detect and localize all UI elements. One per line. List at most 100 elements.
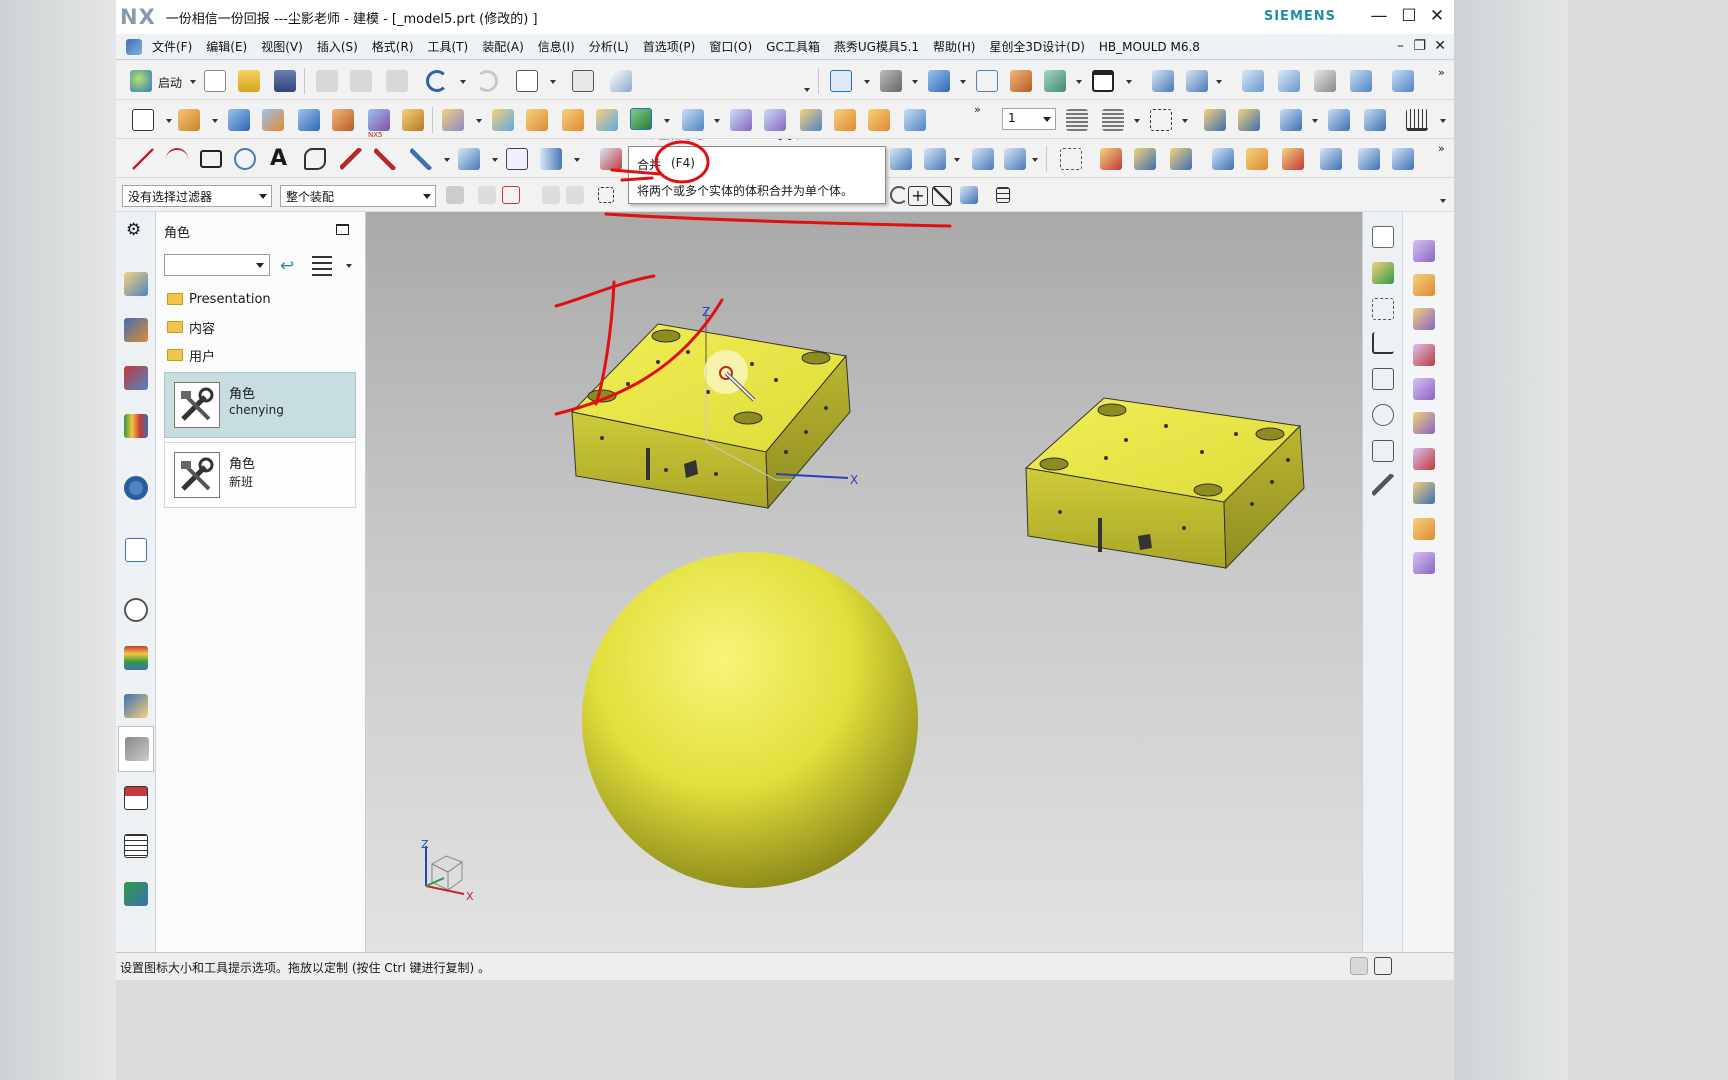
menu-tools[interactable]: 工具(T) <box>428 38 469 55</box>
system-material-icon[interactable] <box>124 786 148 810</box>
view-icon[interactable] <box>1372 262 1394 284</box>
bom-icon[interactable] <box>1413 448 1435 470</box>
core-cavity-icon[interactable] <box>1212 148 1234 170</box>
chevron-down-icon[interactable] <box>960 80 966 84</box>
block-icon[interactable] <box>228 109 250 131</box>
surface-icon[interactable] <box>600 148 622 170</box>
plane-icon[interactable] <box>1372 404 1394 426</box>
back-icon[interactable]: ↩ <box>280 256 294 276</box>
menu-file[interactable]: 文件(F) <box>152 38 192 55</box>
chevron-down-icon[interactable] <box>476 119 482 123</box>
wcs-icon[interactable] <box>1150 109 1172 131</box>
pattern-icon[interactable] <box>442 109 464 131</box>
menu-edit[interactable]: 编辑(E) <box>206 38 247 55</box>
export-icon[interactable] <box>1350 70 1372 92</box>
shaded-cube-icon[interactable] <box>928 70 950 92</box>
draft-icon[interactable] <box>834 109 856 131</box>
drawing-sheet-icon[interactable] <box>1372 226 1394 248</box>
section-view-icon[interactable] <box>1044 70 1066 92</box>
component-icon[interactable] <box>1278 70 1300 92</box>
web-browser-icon[interactable] <box>125 538 147 562</box>
material-icon[interactable] <box>1010 70 1032 92</box>
extrude-icon[interactable] <box>178 109 200 131</box>
cube-wire-icon[interactable] <box>1372 368 1394 390</box>
chevron-down-icon[interactable] <box>166 119 172 123</box>
cylinder-part-icon[interactable] <box>1413 274 1435 296</box>
toolbar-overflow-icon[interactable]: » <box>1438 142 1445 155</box>
chevron-down-icon[interactable] <box>912 80 918 84</box>
dimension-icon[interactable] <box>1372 440 1394 462</box>
electrode-icon[interactable] <box>1413 378 1435 400</box>
snap-point-icon[interactable] <box>478 186 496 204</box>
insert-icon[interactable] <box>1282 148 1304 170</box>
hole-icon[interactable] <box>332 109 354 131</box>
doc-restore-button[interactable]: ❐ <box>1413 38 1426 54</box>
info-icon[interactable] <box>610 70 632 92</box>
layout-icon[interactable] <box>572 70 594 92</box>
pocket-icon[interactable] <box>1413 344 1435 366</box>
visualization-icon[interactable] <box>124 646 148 670</box>
tools-icon[interactable] <box>1314 70 1336 92</box>
chevron-down-icon[interactable] <box>664 119 670 123</box>
menu-format[interactable]: 格式(R) <box>372 38 414 55</box>
copy-icon[interactable] <box>350 70 372 92</box>
curve-edit-icon[interactable] <box>458 148 480 170</box>
start-label[interactable]: 启动 <box>158 74 182 91</box>
quick-pick-icon[interactable] <box>960 186 978 204</box>
chevron-down-icon[interactable] <box>1126 80 1132 84</box>
assembly-scope-select[interactable]: 整个装配 <box>280 185 436 207</box>
chevron-down-icon[interactable] <box>1440 119 1446 123</box>
process-studio-icon[interactable] <box>124 694 148 718</box>
open-folder-icon[interactable] <box>238 70 260 92</box>
layer-select[interactable]: 1 <box>1002 108 1056 130</box>
mold-base-icon[interactable] <box>1413 240 1435 262</box>
chevron-down-icon[interactable] <box>460 80 466 84</box>
full-screen-icon[interactable] <box>1374 957 1392 975</box>
menu-preferences[interactable]: 首选项(P) <box>643 38 696 55</box>
cylinder-icon[interactable] <box>262 109 284 131</box>
part-navigator-icon[interactable] <box>124 366 148 390</box>
snap-mid-icon[interactable] <box>566 186 584 204</box>
redo-icon[interactable] <box>476 70 498 92</box>
window-icon[interactable] <box>516 70 538 92</box>
instance-icon[interactable] <box>526 109 548 131</box>
chevron-down-icon[interactable] <box>550 80 556 84</box>
analysis-icon[interactable] <box>1238 109 1260 131</box>
rectangle-icon[interactable] <box>200 150 222 168</box>
chevron-down-icon[interactable] <box>492 158 498 162</box>
hole-table-icon[interactable] <box>1413 552 1435 574</box>
menu-xingchuang-3d[interactable]: 星创全3D设计(D) <box>989 38 1084 55</box>
chevron-down-icon[interactable] <box>954 158 960 162</box>
ejector-icon[interactable] <box>1392 148 1414 170</box>
boss-icon[interactable] <box>402 109 424 131</box>
parting-icon[interactable] <box>1170 148 1192 170</box>
project-curve-icon[interactable] <box>374 148 396 170</box>
chevron-down-icon[interactable] <box>1440 199 1446 203</box>
chevron-down-icon[interactable] <box>1076 80 1082 84</box>
minimize-button[interactable]: — <box>1368 5 1390 27</box>
list-view-icon[interactable] <box>312 256 332 276</box>
chevron-down-icon[interactable] <box>190 80 196 84</box>
surface-edit-icon[interactable] <box>890 148 912 170</box>
folder-user[interactable]: 用户 <box>164 342 356 368</box>
roles-tab[interactable] <box>118 726 154 772</box>
mold-icon[interactable] <box>1100 148 1122 170</box>
mirror-icon[interactable] <box>492 109 514 131</box>
menu-info[interactable]: 信息(I) <box>538 38 575 55</box>
menu-hb-mould[interactable]: HB_MOULD M6.8 <box>1099 40 1200 54</box>
gear-icon[interactable]: ⚙ <box>126 220 141 240</box>
orient-view-icon[interactable] <box>1152 70 1174 92</box>
arc-icon[interactable] <box>166 148 188 170</box>
gate-icon[interactable] <box>1358 148 1380 170</box>
blend-icon[interactable] <box>904 109 926 131</box>
wireframe-cube-icon[interactable] <box>976 70 998 92</box>
more-tools-icon[interactable] <box>1392 70 1414 92</box>
toolbar-overflow-icon[interactable]: » <box>1438 66 1445 79</box>
menu-analysis[interactable]: 分析(L) <box>589 38 629 55</box>
doc-minimize-button[interactable]: – <box>1397 38 1404 54</box>
cavity-layout-icon[interactable] <box>1413 518 1435 540</box>
slider-icon[interactable] <box>1246 148 1268 170</box>
chevron-down-icon[interactable] <box>346 264 352 268</box>
menu-view[interactable]: 视图(V) <box>261 38 303 55</box>
subtract-icon[interactable] <box>596 109 618 131</box>
